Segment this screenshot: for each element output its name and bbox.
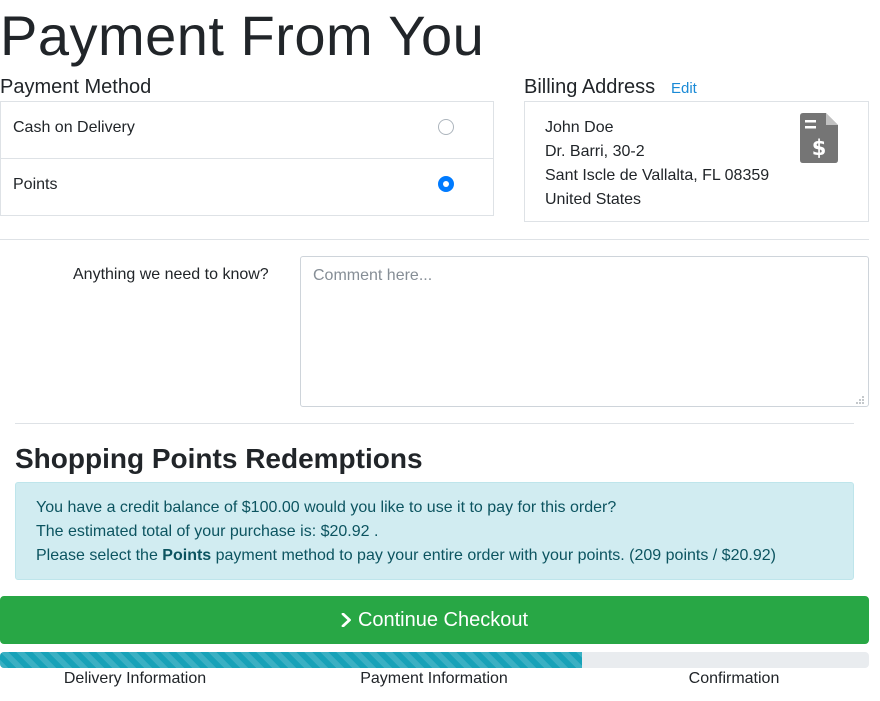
resize-handle-icon[interactable] (855, 395, 865, 405)
payment-method-heading: Payment Method (0, 76, 152, 98)
points-radio[interactable] (438, 176, 454, 192)
progress-fill (0, 652, 583, 668)
page-title: Payment From You (0, 4, 485, 67)
payment-method-list: Cash on Delivery Points (0, 101, 494, 216)
payment-option-points[interactable]: Points (1, 159, 493, 216)
billing-address-heading: Billing Address (524, 76, 656, 98)
step-payment-information: Payment Information (360, 670, 508, 687)
billing-address-card: John Doe Dr. Barri, 30-2 Sant Iscle de V… (524, 101, 869, 222)
continue-checkout-label: Continue Checkout (357, 608, 529, 631)
payment-option-label: Points (13, 176, 58, 193)
payment-option-label: Cash on Delivery (13, 119, 135, 136)
edit-billing-address-link[interactable]: Edit (671, 79, 697, 99)
billing-name: John Doe (545, 119, 614, 136)
checkout-progress-bar (0, 652, 869, 668)
estimated-total-text: The estimated total of your purchase is:… (36, 523, 379, 540)
billing-street: Dr. Barri, 30-2 (545, 143, 645, 160)
credit-balance-text: You have a credit balance of $100.00 wou… (36, 499, 617, 516)
cash-on-delivery-radio[interactable] (438, 119, 454, 135)
comment-label: Anything we need to know? (73, 266, 269, 283)
billing-city: Sant Iscle de Vallalta, FL 08359 (545, 167, 770, 184)
points-redemption-heading: Shopping Points Redemptions (15, 443, 423, 474)
divider (0, 239, 869, 240)
divider (15, 423, 854, 424)
comment-textarea[interactable] (300, 256, 869, 407)
payment-option-cash-on-delivery[interactable]: Cash on Delivery (1, 102, 493, 159)
continue-checkout-button[interactable]: Continue Checkout (0, 596, 869, 644)
billing-country: United States (545, 191, 642, 208)
points-emphasis: Points (162, 547, 212, 564)
select-points-text: Please select the Points payment method … (36, 544, 776, 568)
svg-text:$: $ (812, 136, 827, 160)
points-info-alert: You have a credit balance of $100.00 wou… (15, 482, 854, 580)
file-invoice-dollar-icon: $ (800, 113, 838, 163)
select-points-prefix: Please select the (36, 547, 163, 564)
step-delivery-information: Delivery Information (63, 670, 207, 687)
step-confirmation: Confirmation (688, 670, 780, 687)
chevron-right-icon (341, 613, 351, 627)
select-points-suffix: payment method to pay your entire order … (211, 547, 776, 564)
